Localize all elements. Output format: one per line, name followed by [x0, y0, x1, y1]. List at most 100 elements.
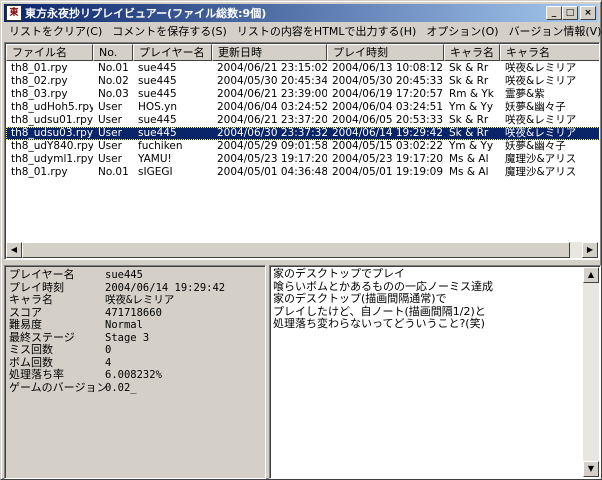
cell-played: 2004/06/05 20:53:33: [332, 114, 444, 126]
comment-line: 家のデスクトップでプレイ: [273, 267, 405, 280]
scroll-down-icon[interactable]: ▼: [583, 461, 599, 477]
cell-player: sue445: [138, 114, 177, 126]
detail-value: Normal: [105, 319, 143, 331]
cell-player: HOS.yn: [138, 101, 178, 113]
detail-value: 6.008232%: [105, 369, 162, 381]
column-header-filename[interactable]: ファイル名: [6, 44, 93, 61]
column-header-no[interactable]: No.: [93, 44, 133, 61]
cell-filename: th8_udsu03.rpy: [11, 127, 93, 139]
cell-updated: 2004/05/23 19:17:20: [217, 153, 327, 165]
detail-value: 2004/06/14 19:29:42: [105, 281, 226, 294]
cell-player: sue445: [138, 62, 177, 74]
detail-label: 難易度: [9, 318, 42, 331]
detail-label: プレイヤー名: [9, 268, 75, 281]
cell-filename: th8_01.rpy: [11, 166, 68, 178]
cell-updated: 2004/06/04 03:24:52: [217, 101, 327, 113]
table-row[interactable]: th8_udsu01.rpy User sue445 2004/06/21 23:37…: [6, 114, 599, 127]
replay-list[interactable]: ファイル名 No. プレイヤー名 更新日時 プレイ時刻 キャラ名 キャラ名 th…: [4, 42, 600, 260]
cell-updated: 2004/05/29 09:01:58: [217, 140, 327, 152]
cell-chara-full: 魔理沙&アリス: [505, 166, 577, 178]
cell-no: User: [98, 140, 122, 152]
cell-played: 2004/06/14 19:29:42: [332, 127, 444, 139]
cell-no: No.03: [98, 88, 129, 100]
window-title: 東方永夜抄リプレイビュアー(ファイル総数:9個): [25, 7, 267, 20]
menu-bar: リストをクリア(C) コメントを保存する(S) リストの内容をHTMLで出力する…: [4, 23, 601, 41]
column-header-played[interactable]: プレイ時刻: [327, 44, 444, 61]
vertical-scrollbar[interactable]: ▲ ▼: [583, 267, 599, 477]
cell-no: User: [98, 114, 122, 126]
scroll-up-icon[interactable]: ▲: [583, 267, 599, 283]
table-row[interactable]: th8_udsu03.rpy User sue445 2004/06/30 23:37…: [6, 127, 599, 140]
menu-clear-list[interactable]: リストをクリア(C): [4, 23, 107, 41]
scroll-left-icon[interactable]: ◀: [6, 242, 22, 258]
cell-filename: th8_udsu01.rpy: [11, 114, 93, 126]
list-rows: th8_01.rpy No.01 sue445 2004/06/21 23:15:02…: [6, 62, 599, 179]
cell-chara-full: 咲夜&レミリア: [505, 127, 577, 139]
scroll-right-icon[interactable]: ▶: [582, 242, 598, 258]
maximize-button[interactable]: □: [562, 6, 578, 20]
cell-player: YAMU!: [138, 153, 172, 165]
table-row[interactable]: th8_01.rpy No.01 sue445 2004/06/21 23:15:02…: [6, 62, 599, 75]
cell-chara-full: 妖夢&幽々子: [505, 101, 566, 113]
cell-player: sue445: [138, 88, 177, 100]
table-row[interactable]: th8_udY840.rpy User fuchiken 2004/05/29 09:…: [6, 140, 599, 153]
cell-no: No.01: [98, 62, 129, 74]
cell-no: No.01: [98, 166, 129, 178]
close-button[interactable]: ×: [580, 6, 596, 20]
scroll-thumb[interactable]: [22, 242, 570, 258]
menu-options[interactable]: オプション(O): [421, 23, 503, 41]
detail-row: キャラ名 咲夜&レミリア: [9, 293, 261, 307]
cell-filename: th8_udHoh5.rpy: [11, 101, 93, 113]
title-bar[interactable]: 東 東方永夜抄リプレイビュアー(ファイル総数:9個) _ □ ×: [4, 4, 598, 22]
cell-chara-full: 霊夢&紫: [505, 88, 545, 100]
detail-row: プレイヤー名 sue445: [9, 268, 261, 282]
detail-value: Stage 3: [105, 331, 150, 344]
detail-row: 難易度 Normal: [9, 318, 261, 332]
menu-version-info[interactable]: バージョン情報(V): [504, 23, 602, 41]
cell-chara-short: Sk & Rr: [449, 62, 489, 74]
list-header: ファイル名 No. プレイヤー名 更新日時 プレイ時刻 キャラ名 キャラ名: [6, 44, 599, 61]
table-row[interactable]: th8_udHoh5.rpy User HOS.yn 2004/06/04 03:24…: [6, 101, 599, 114]
detail-value: 咲夜&レミリア: [105, 294, 175, 306]
cell-chara-short: Sk & Rr: [449, 114, 489, 126]
cell-played: 2004/05/23 19:17:20: [332, 153, 444, 165]
minimize-button[interactable]: _: [546, 6, 562, 20]
cell-chara-short: Ym & Yy: [449, 140, 494, 152]
cell-chara-full: 咲夜&レミリア: [505, 62, 577, 74]
cell-chara-short: Sk & Rr: [449, 127, 489, 139]
detail-label: キャラ名: [9, 293, 53, 306]
cell-no: User: [98, 153, 122, 165]
cell-no: User: [98, 127, 122, 139]
cell-chara-short: Rm & Yk: [449, 88, 494, 100]
comment-textarea[interactable]: 家のデスクトップでプレイ 喰らいボムとかあるものの一応ノーミス達成 家のデスクトップ…: [269, 265, 601, 479]
table-row[interactable]: th8_02.rpy No.02 sue445 2004/05/30 20:45:34…: [6, 75, 599, 88]
main-window: 東 東方永夜抄リプレイビュアー(ファイル総数:9個) _ □ × リストをクリア…: [0, 0, 602, 480]
table-row[interactable]: th8_01.rpy No.01 sIGEGI 2004/05/01 04:36:48…: [6, 166, 599, 179]
column-header-player[interactable]: プレイヤー名: [133, 44, 212, 61]
detail-label: ミス回数: [9, 343, 53, 356]
cell-played: 2004/06/19 17:20:57: [332, 88, 444, 100]
app-icon: 東: [6, 5, 22, 21]
cell-played: 2004/05/15 03:02:22: [332, 140, 444, 152]
column-header-chara-short[interactable]: キャラ名: [444, 44, 500, 61]
detail-row: 処理落ち率 6.008232%: [9, 368, 261, 382]
cell-filename: th8_udyml1.rpy: [11, 153, 93, 165]
table-row[interactable]: th8_03.rpy No.03 sue445 2004/06/21 23:39:00…: [6, 88, 599, 101]
detail-value: sue445: [105, 269, 143, 281]
replay-details-panel: プレイヤー名 sue445 プレイ時刻 2004/06/14 19:29:42 キャラ名…: [4, 265, 266, 479]
cell-player: sue445: [138, 75, 177, 87]
column-header-chara-full[interactable]: キャラ名: [500, 44, 599, 61]
horizontal-scrollbar[interactable]: ◀ ▶: [6, 242, 598, 258]
cell-updated: 2004/05/30 20:45:34: [217, 75, 327, 87]
table-row[interactable]: th8_udyml1.rpy User YAMU! 2004/05/23 19:17:…: [6, 153, 599, 166]
cell-no: No.02: [98, 75, 129, 87]
cell-chara-short: Sk & Rr: [449, 75, 489, 87]
menu-export-html[interactable]: リストの内容をHTMLで出力する(H): [232, 23, 421, 41]
column-header-updated[interactable]: 更新日時: [212, 44, 327, 61]
menu-save-comment[interactable]: コメントを保存する(S): [107, 23, 232, 41]
cell-updated: 2004/05/01 04:36:48: [217, 166, 327, 178]
cell-updated: 2004/06/21 23:15:02: [217, 62, 327, 74]
detail-value: 0: [105, 344, 112, 356]
detail-label: 処理落ち率: [9, 368, 64, 381]
comment-line: 処理落ち変わらないってどういうこと?(笑): [273, 317, 485, 330]
